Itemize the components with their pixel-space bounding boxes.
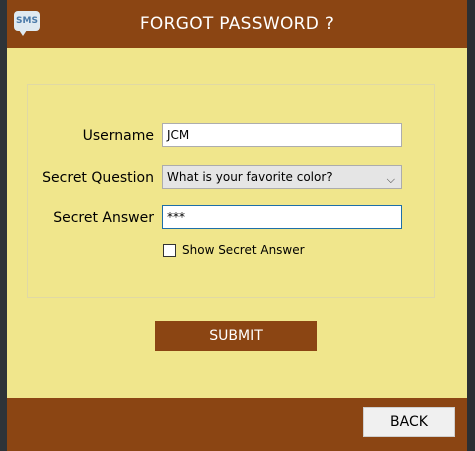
secret-question-select[interactable]: What is your favorite color? ⌵: [162, 165, 402, 189]
title-bar: SMS FORGOT PASSWORD ?: [7, 0, 467, 48]
username-label: Username: [82, 128, 154, 144]
secret-answer-input[interactable]: ***: [162, 205, 402, 229]
desktop-background-left: [0, 0, 7, 451]
chevron-down-icon[interactable]: ⌵: [387, 169, 395, 191]
show-secret-answer-checkbox[interactable]: [163, 243, 176, 257]
window-title: FORGOT PASSWORD ?: [139, 14, 335, 34]
back-button[interactable]: BACK: [363, 407, 455, 437]
secret-answer-label: Secret Answer: [53, 210, 154, 226]
username-input[interactable]: JCM: [162, 123, 402, 147]
forgot-password-window: SMS FORGOT PASSWORD ? Username JCM Secre…: [7, 0, 467, 451]
show-secret-answer-label[interactable]: Show Secret Answer: [182, 243, 305, 257]
footer-bar: BACK: [7, 398, 467, 451]
secret-question-label: Secret Question: [42, 170, 154, 186]
submit-button[interactable]: SUBMIT: [155, 321, 317, 351]
desktop-background-right: [467, 0, 475, 451]
form-panel: [27, 84, 435, 298]
secret-question-value: What is your favorite color?: [167, 170, 333, 184]
show-secret-answer-row[interactable]: Show Secret Answer: [163, 243, 305, 257]
